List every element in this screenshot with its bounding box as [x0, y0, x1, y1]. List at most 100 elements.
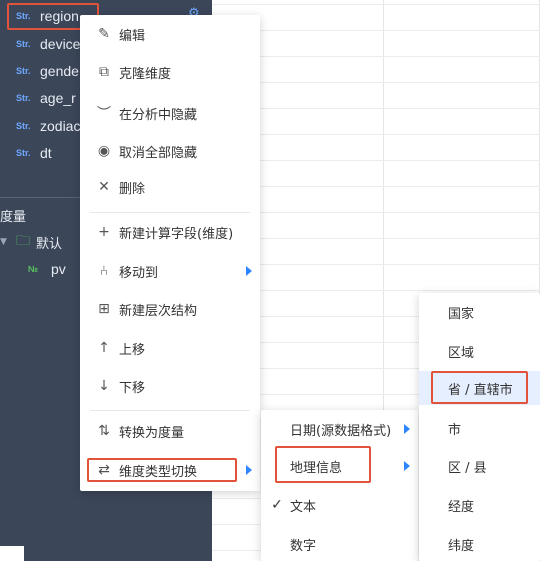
menu-item-label: 文本	[290, 499, 317, 515]
menu-item-province[interactable]: 省 / 直辖市	[419, 369, 540, 407]
menu-item-label: 新建计算字段(维度)	[119, 226, 234, 242]
menu-item-convert-to-measure[interactable]: ⇅ 转换为度量	[80, 412, 260, 450]
menu-item-clone-dimension[interactable]: ⧉ 克隆维度	[80, 53, 260, 91]
menu-item-label: 在分析中隐藏	[119, 107, 198, 123]
geo-type-submenu: 国家 区域 省 / 直辖市 市 区 / 县 经度 纬度	[419, 293, 540, 561]
menu-item-move-down[interactable]: ↓ 下移	[80, 367, 260, 405]
menu-item-label: 区域	[448, 345, 475, 361]
swap-vertical-icon: ⇅	[98, 423, 110, 439]
menu-item-geo-info[interactable]: 地理信息	[261, 447, 418, 485]
grid-row-line	[212, 134, 540, 135]
field-item-dt[interactable]: Str. dt	[0, 141, 52, 165]
menu-item-number[interactable]: 数字	[261, 525, 418, 561]
move-icon: ⑃	[99, 263, 109, 279]
string-type-icon: Str.	[16, 93, 31, 103]
menu-item-label: 纬度	[448, 538, 475, 554]
close-icon: ✕	[98, 179, 110, 195]
grid-row-line	[212, 30, 540, 31]
submenu-arrow-icon	[404, 424, 410, 434]
eye-closed-icon: ︶	[97, 106, 111, 122]
caret-down-icon[interactable]: ▼	[0, 237, 14, 247]
field-name: gende	[40, 63, 79, 79]
grid-row-line	[212, 290, 540, 291]
menu-item-region[interactable]: 区域	[419, 332, 540, 370]
menu-item-switch-dimension-type[interactable]: ⇄ 维度类型切换	[80, 451, 260, 489]
menu-item-label: 市	[448, 422, 462, 438]
menu-item-date-source-format[interactable]: 日期(源数据格式)	[261, 410, 418, 448]
menu-item-label: 下移	[119, 380, 146, 396]
menu-item-label: 经度	[448, 499, 475, 515]
field-item-device[interactable]: Str. device	[0, 32, 80, 56]
menu-item-text[interactable]: ✓ 文本	[261, 486, 418, 524]
panel-footer	[0, 546, 24, 561]
grid-row-line	[212, 160, 540, 161]
arrow-down-icon: ↓	[98, 378, 110, 394]
menu-item-label: 上移	[119, 342, 146, 358]
grid-row-line	[212, 238, 540, 239]
menu-item-city[interactable]: 市	[419, 409, 540, 447]
menu-item-label: 数字	[290, 538, 317, 554]
menu-item-label: 国家	[448, 306, 475, 322]
menu-item-move-to[interactable]: ⑃ 移动到	[80, 252, 260, 290]
context-menu: ✎ 编辑 ⧉ 克隆维度 ︶ 在分析中隐藏 ◉ 取消全部隐藏 ✕ 删除 + 新建计…	[80, 15, 260, 491]
measure-section-title: 度量	[0, 210, 27, 225]
string-type-icon: Str.	[16, 66, 31, 76]
eye-icon: ◉	[97, 143, 111, 159]
grid-row-line	[212, 56, 540, 57]
copy-icon: ⧉	[99, 64, 109, 80]
menu-item-latitude[interactable]: 纬度	[419, 525, 540, 561]
menu-item-label: 区 / 县	[448, 460, 487, 476]
swap-horizontal-icon: ⇄	[98, 462, 110, 478]
checkmark-icon: ✓	[271, 497, 283, 513]
menu-item-new-hierarchy[interactable]: ⊞ 新建层次结构	[80, 290, 260, 328]
field-item-region[interactable]: Str. region	[0, 4, 79, 28]
field-item-gender[interactable]: Str. gende	[0, 59, 79, 83]
grid-row-line	[212, 186, 540, 187]
menu-item-move-up[interactable]: ↑ 上移	[80, 329, 260, 367]
submenu-arrow-icon	[404, 461, 410, 471]
arrow-up-icon: ↑	[98, 340, 110, 356]
field-name: zodiac	[40, 118, 81, 134]
folder-default[interactable]: ▼ 🗀 默认	[0, 232, 62, 252]
menu-item-edit[interactable]: ✎ 编辑	[80, 15, 260, 53]
field-name: region	[40, 8, 79, 24]
grid-row-line	[212, 212, 540, 213]
menu-item-label: 移动到	[119, 265, 159, 281]
menu-separator	[90, 410, 250, 411]
grid-row-line	[212, 108, 540, 109]
grid-row-line	[212, 82, 540, 83]
menu-item-unhide-all[interactable]: ◉ 取消全部隐藏	[80, 132, 260, 170]
menu-item-label: 地理信息	[290, 460, 343, 476]
menu-item-label: 日期(源数据格式)	[290, 423, 392, 439]
string-type-icon: Str.	[16, 121, 31, 131]
menu-item-district[interactable]: 区 / 县	[419, 447, 540, 485]
field-name: device	[40, 36, 81, 52]
string-type-icon: Str.	[16, 11, 31, 21]
folder-label: 默认	[36, 236, 63, 252]
menu-item-country[interactable]: 国家	[419, 293, 540, 331]
menu-item-label: 省 / 直辖市	[448, 382, 513, 398]
folder-icon: 🗀	[16, 233, 30, 249]
plus-icon: +	[98, 224, 110, 240]
field-item-age-range[interactable]: Str. age_r	[0, 86, 76, 110]
menu-item-label: 克隆维度	[119, 66, 172, 82]
submenu-arrow-icon	[246, 266, 252, 276]
menu-item-label: 编辑	[119, 28, 146, 44]
field-item-zodiac[interactable]: Str. zodiac	[0, 114, 80, 138]
menu-item-label: 转换为度量	[119, 425, 185, 441]
string-type-icon: Str.	[16, 148, 31, 158]
menu-item-delete[interactable]: ✕ 删除	[80, 168, 260, 206]
grid-row-line	[212, 264, 540, 265]
menu-item-label: 维度类型切换	[119, 464, 198, 480]
hierarchy-icon: ⊞	[98, 301, 110, 317]
menu-item-new-calculated-field[interactable]: + 新建计算字段(维度)	[80, 213, 260, 251]
menu-item-label: 取消全部隐藏	[119, 145, 198, 161]
menu-item-longitude[interactable]: 经度	[419, 486, 540, 524]
menu-item-hide-in-analysis[interactable]: ︶ 在分析中隐藏	[80, 94, 260, 132]
field-item-pv[interactable]: № pv	[0, 259, 66, 279]
field-name: pv	[51, 261, 66, 277]
field-name: dt	[40, 145, 52, 161]
number-type-icon: №	[28, 264, 39, 274]
dimension-type-submenu: 日期(源数据格式) 地理信息 ✓ 文本 数字	[261, 410, 418, 561]
menu-item-label: 删除	[119, 181, 146, 197]
